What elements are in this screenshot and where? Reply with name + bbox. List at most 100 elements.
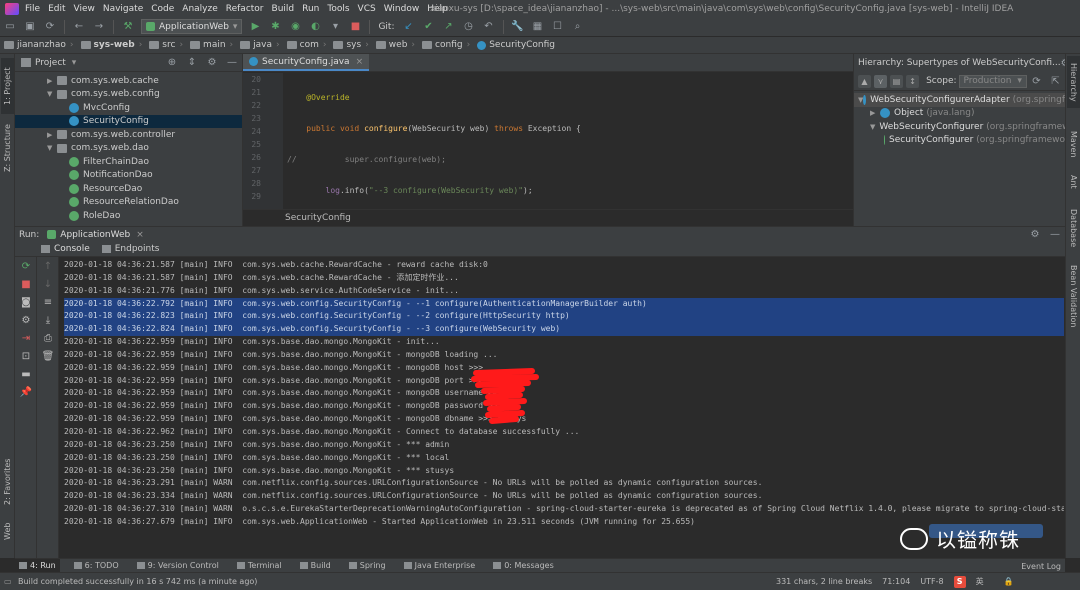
tree-item[interactable]: ▼ com.sys.web.dao bbox=[15, 142, 242, 156]
settings-icon[interactable]: ⚙ bbox=[15, 311, 37, 329]
ime-indicator[interactable]: S英 bbox=[953, 575, 994, 588]
expand-arrow-icon[interactable]: ▶ bbox=[47, 131, 57, 139]
expand-arrow-icon[interactable]: ▼ bbox=[870, 123, 875, 131]
menu-file[interactable]: File bbox=[25, 4, 40, 14]
rollback-icon[interactable]: ↶ bbox=[482, 20, 496, 34]
tab-maven[interactable]: Maven bbox=[1067, 124, 1080, 164]
tree-item[interactable]: ▶ com.sys.web.controller bbox=[15, 128, 242, 142]
menu-refactor[interactable]: Refactor bbox=[226, 4, 264, 14]
attach-icon[interactable]: ▾ bbox=[328, 20, 342, 34]
gear-icon[interactable]: ⚙ bbox=[1061, 56, 1065, 70]
expand-arrow-icon[interactable]: ▶ bbox=[870, 109, 880, 117]
console-output[interactable]: 2020-01-18 04:36:21.587 [main] INFO com.… bbox=[64, 259, 1064, 549]
print-icon[interactable]: ⎙ bbox=[37, 329, 59, 347]
tab-project[interactable]: 1: Project bbox=[1, 58, 14, 114]
profile-icon[interactable]: ◐ bbox=[308, 20, 322, 34]
menu-code[interactable]: Code bbox=[151, 4, 174, 14]
menu-vcs[interactable]: VCS bbox=[358, 4, 376, 14]
refresh-icon[interactable]: ⟳ bbox=[1030, 74, 1043, 88]
breadcrumb-item[interactable]: sys › bbox=[329, 40, 369, 50]
tree-item[interactable]: ▼ com.sys.web.config bbox=[15, 88, 242, 102]
bottom-tab[interactable]: 9: Version Control bbox=[133, 559, 223, 573]
bottom-tab[interactable]: 4: Run bbox=[15, 558, 60, 573]
expand-arrow-icon[interactable]: ▶ bbox=[47, 77, 57, 85]
breadcrumb-item[interactable]: java › bbox=[236, 40, 280, 50]
tab-ant[interactable]: Ant bbox=[1067, 170, 1080, 194]
up-arrow-icon[interactable]: ↑ bbox=[37, 257, 59, 275]
settings-wrench-icon[interactable]: 🔧 bbox=[511, 20, 525, 34]
tab-web[interactable]: Web bbox=[1, 516, 14, 546]
chevron-down-icon[interactable]: ▾ bbox=[72, 58, 77, 68]
caret-position[interactable]: 71:104 bbox=[882, 577, 910, 586]
editor-breadcrumb[interactable]: SecurityConfig bbox=[243, 209, 853, 226]
git-commit-icon[interactable]: ✔ bbox=[422, 20, 436, 34]
bottom-tab[interactable]: Terminal bbox=[233, 559, 286, 573]
bottom-tab[interactable]: 0: Messages bbox=[489, 559, 558, 573]
tree-item[interactable]: MvcConfig bbox=[15, 101, 242, 115]
breadcrumb-item[interactable]: src › bbox=[145, 40, 183, 50]
bottom-tab[interactable]: Java Enterprise bbox=[400, 559, 480, 573]
gear-icon[interactable]: ⚙ bbox=[205, 56, 219, 70]
menu-analyze[interactable]: Analyze bbox=[182, 4, 217, 14]
layout-icon[interactable]: ▬ bbox=[15, 365, 37, 383]
bottom-tab[interactable]: Build bbox=[296, 559, 335, 573]
breadcrumb-item[interactable]: config › bbox=[418, 40, 470, 50]
sdk-icon[interactable]: ☐ bbox=[551, 20, 565, 34]
soft-wrap-icon[interactable]: ≡ bbox=[37, 293, 59, 311]
tree-item[interactable]: SecurityConfig bbox=[15, 114, 242, 128]
event-log-button[interactable]: Event Log bbox=[1021, 559, 1061, 573]
project-structure-icon[interactable]: ▦ bbox=[531, 20, 545, 34]
coverage-icon[interactable]: ◉ bbox=[288, 20, 302, 34]
file-encoding[interactable]: UTF-8 bbox=[920, 577, 943, 586]
breadcrumb-item[interactable]: main › bbox=[186, 40, 233, 50]
search-icon[interactable]: ⌕ bbox=[571, 20, 585, 34]
rerun-icon[interactable]: ⟳ bbox=[15, 257, 37, 275]
menu-window[interactable]: Window bbox=[384, 4, 420, 14]
breadcrumb-item[interactable]: SecurityConfig bbox=[473, 40, 555, 50]
expand-arrow-icon[interactable]: ▼ bbox=[47, 144, 57, 152]
breadcrumb-item[interactable]: com › bbox=[283, 40, 326, 50]
camera-icon[interactable]: ◙ bbox=[15, 293, 37, 311]
stop-icon[interactable]: ■ bbox=[348, 20, 362, 34]
menu-edit[interactable]: Edit bbox=[48, 4, 65, 14]
menu-tools[interactable]: Tools bbox=[327, 4, 349, 14]
hierarchy-item[interactable]: SecurityConfigurer (org.springframewo bbox=[854, 134, 1065, 148]
back-arrow-icon[interactable]: ← bbox=[72, 20, 86, 34]
tab-hierarchy[interactable]: Hierarchy bbox=[1067, 56, 1080, 108]
hierarchy-item[interactable]: ▼ WebSecurityConfigurerAdapter (org.spring… bbox=[854, 93, 1065, 107]
hierarchy-item[interactable]: ▼ WebSecurityConfigurer (org.springframew bbox=[854, 120, 1065, 134]
sync-icon[interactable]: ⟳ bbox=[43, 20, 57, 34]
save-all-icon[interactable]: ▣ bbox=[23, 20, 37, 34]
expand-arrow-icon[interactable]: ▼ bbox=[47, 90, 57, 98]
class-hierarchy-icon[interactable]: ▤ bbox=[890, 74, 904, 88]
tree-item[interactable]: RoleDao bbox=[15, 209, 242, 223]
hierarchy-item[interactable]: ▶ Object (java.lang) bbox=[854, 107, 1065, 121]
stop-icon[interactable]: ■ bbox=[15, 275, 37, 293]
supertypes-icon[interactable]: ⋎ bbox=[874, 74, 888, 88]
run-configuration-select[interactable]: ApplicationWeb ▾ bbox=[141, 19, 243, 34]
menu-navigate[interactable]: Navigate bbox=[103, 4, 143, 14]
locate-icon[interactable]: ⊕ bbox=[165, 56, 179, 70]
tree-item[interactable]: ▶ com.sys.web.cache bbox=[15, 74, 242, 88]
tab-bean-validation[interactable]: Bean Validation bbox=[1067, 260, 1080, 332]
tree-item[interactable]: ResourceDao bbox=[15, 182, 242, 196]
open-folder-icon[interactable]: ▭ bbox=[3, 20, 17, 34]
code-area[interactable]: @Override public void configure(WebSecur… bbox=[287, 73, 847, 226]
tab-database[interactable]: Database bbox=[1067, 204, 1080, 252]
down-arrow-icon[interactable]: ↓ bbox=[37, 275, 59, 293]
status-toggle-icon[interactable]: ▭ bbox=[4, 577, 12, 586]
tab-favorites[interactable]: 2: Favorites bbox=[1, 454, 14, 510]
git-push-icon[interactable]: ↗ bbox=[442, 20, 456, 34]
collapse-all-icon[interactable]: ⇕ bbox=[185, 56, 199, 70]
tab-structure[interactable]: Z: Structure bbox=[1, 118, 14, 178]
menu-build[interactable]: Build bbox=[272, 4, 295, 14]
bottom-tab[interactable]: Spring bbox=[345, 559, 390, 573]
pin-icon[interactable]: 📌 bbox=[15, 383, 37, 401]
breadcrumb-item[interactable]: jiananzhao › bbox=[0, 40, 74, 50]
debug-icon[interactable]: ✱ bbox=[268, 20, 282, 34]
trash-icon[interactable]: 🗑 bbox=[37, 347, 59, 365]
git-history-icon[interactable]: ◷ bbox=[462, 20, 476, 34]
expand-icon[interactable]: ⇱ bbox=[1049, 74, 1062, 88]
tree-item[interactable]: FilterChainDao bbox=[15, 155, 242, 169]
restore-layout-icon[interactable]: ⊡ bbox=[15, 347, 37, 365]
